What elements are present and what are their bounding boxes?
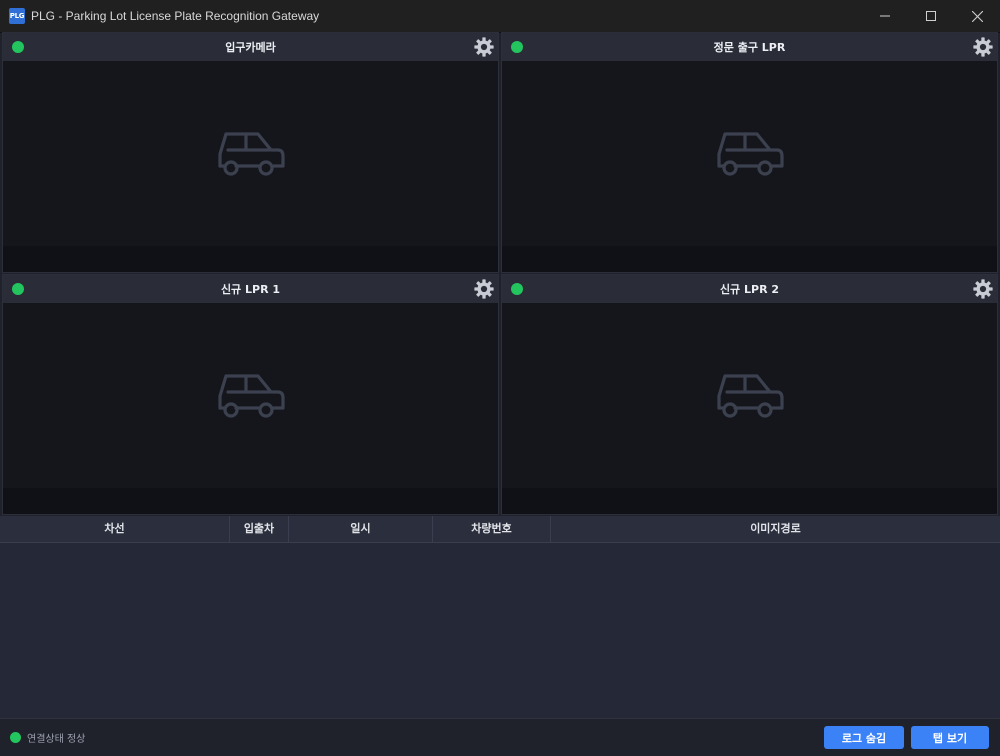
- close-button[interactable]: [954, 0, 1000, 32]
- camera-status-indicator: [12, 283, 24, 295]
- car-placeholder-icon: [217, 131, 285, 176]
- window-controls: [862, 0, 1000, 32]
- car-placeholder-icon: [217, 373, 285, 418]
- camera-header: 신규 LPR 1: [3, 275, 498, 303]
- camera-status-indicator: [511, 41, 523, 53]
- column-header-direction[interactable]: 입출차: [230, 516, 289, 542]
- camera-title: 입구카메라: [225, 41, 276, 54]
- camera-footer: [502, 246, 997, 272]
- column-header-lane[interactable]: 차선: [0, 516, 230, 542]
- table-header: 차선 입출차 일시 차량번호 이미지경로: [0, 516, 1000, 543]
- gear-icon[interactable]: [473, 278, 495, 300]
- status-bar: 연결상태 정상 로그 숨김 탭 보기: [0, 718, 1000, 756]
- gear-icon[interactable]: [972, 278, 994, 300]
- camera-view: [502, 61, 997, 246]
- minimize-icon: [880, 15, 890, 17]
- connection-status-indicator: [10, 732, 21, 743]
- camera-title: 신규 LPR 1: [220, 283, 281, 296]
- close-icon: [971, 10, 983, 22]
- status-text: 연결상태 정상: [27, 734, 86, 745]
- app-window: PLG PLG - Parking Lot License Plate Reco…: [0, 0, 1000, 756]
- camera-footer: [3, 246, 498, 272]
- camera-header: 정문 출구 LPR: [502, 33, 997, 61]
- camera-footer: [502, 488, 997, 514]
- car-placeholder-icon: [716, 131, 784, 176]
- camera-view: [502, 303, 997, 488]
- camera-grid: 입구카메라 정문 출구 LPR 신규 LPR 1 신규 LPR 2: [2, 32, 998, 515]
- camera-footer: [3, 488, 498, 514]
- camera-title: 정문 출구 LPR: [713, 41, 786, 54]
- window-title: PLG - Parking Lot License Plate Recognit…: [31, 9, 320, 23]
- camera-panel-new-lpr-1: 신규 LPR 1: [2, 274, 499, 515]
- column-header-plate-number[interactable]: 차량번호: [433, 516, 551, 542]
- camera-title: 신규 LPR 2: [719, 283, 780, 296]
- column-header-datetime[interactable]: 일시: [289, 516, 433, 542]
- camera-status-indicator: [12, 41, 24, 53]
- column-header-image-path[interactable]: 이미지경로: [551, 516, 1000, 542]
- app-logo-icon: PLG: [9, 8, 25, 24]
- car-placeholder-icon: [716, 373, 784, 418]
- hide-log-button[interactable]: 로그 숨김: [824, 726, 904, 749]
- title-bar[interactable]: PLG PLG - Parking Lot License Plate Reco…: [0, 0, 1000, 33]
- camera-panel-main-exit: 정문 출구 LPR: [501, 32, 998, 273]
- maximize-button[interactable]: [908, 0, 954, 32]
- gear-icon[interactable]: [473, 36, 495, 58]
- camera-header: 입구카메라: [3, 33, 498, 61]
- camera-view: [3, 303, 498, 488]
- camera-status-indicator: [511, 283, 523, 295]
- camera-panel-entrance: 입구카메라: [2, 32, 499, 273]
- camera-header: 신규 LPR 2: [502, 275, 997, 303]
- minimize-button[interactable]: [862, 0, 908, 32]
- tab-view-button[interactable]: 탭 보기: [911, 726, 989, 749]
- camera-view: [3, 61, 498, 246]
- maximize-icon: [926, 11, 936, 21]
- recognition-log-table[interactable]: 차선 입출차 일시 차량번호 이미지경로: [0, 516, 1000, 718]
- gear-icon[interactable]: [972, 36, 994, 58]
- camera-panel-new-lpr-2: 신규 LPR 2: [501, 274, 998, 515]
